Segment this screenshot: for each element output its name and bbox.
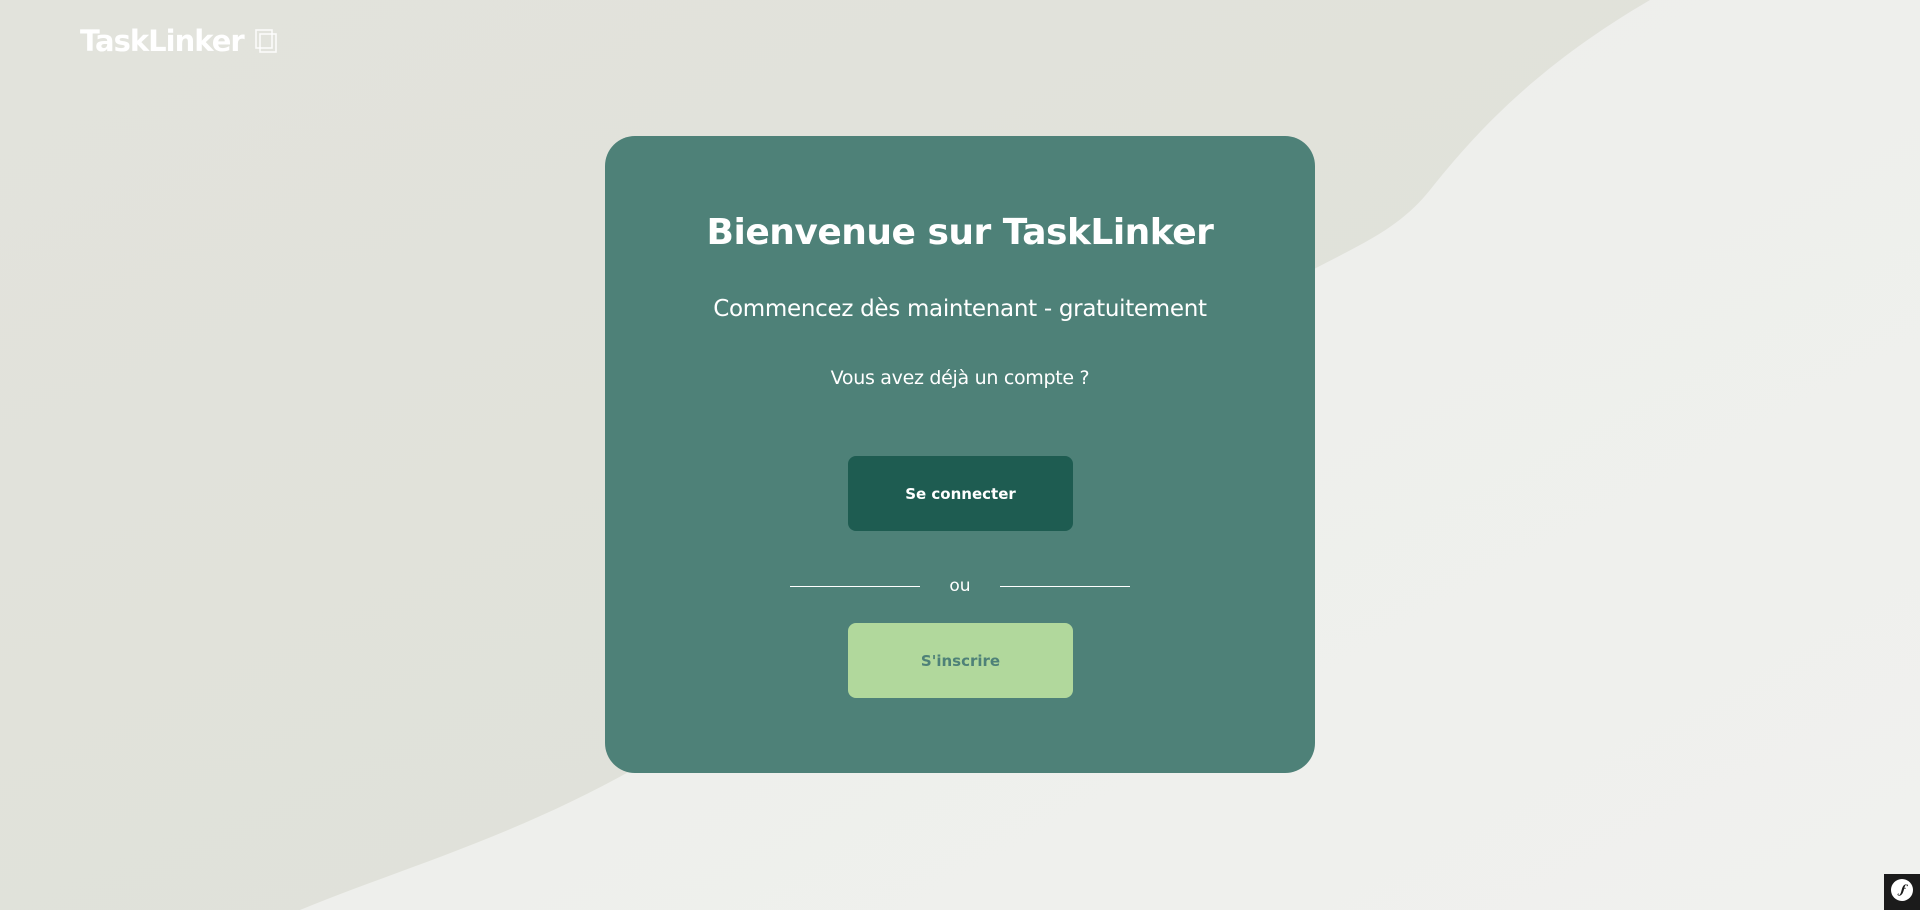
or-divider: ou: [605, 576, 1315, 596]
signup-button[interactable]: S'inscrire: [848, 623, 1073, 698]
divider-label: ou: [949, 576, 971, 596]
account-question: Vous avez déjà un compte ?: [830, 367, 1090, 389]
brand-logo[interactable]: TaskLinker: [80, 24, 278, 58]
login-button[interactable]: Se connecter: [848, 456, 1073, 531]
divider-line-right: [1000, 586, 1130, 587]
subtitle: Commencez dès maintenant - gratuitement: [713, 296, 1207, 322]
page-title: Bienvenue sur TaskLinker: [706, 212, 1214, 253]
welcome-card: Bienvenue sur TaskLinker Commencez dès m…: [605, 136, 1315, 773]
brand-name: TaskLinker: [80, 24, 245, 58]
stacked-squares-icon: [254, 28, 278, 54]
symfony-debug-toolbar-toggle[interactable]: [1884, 874, 1920, 910]
symfony-icon: [1890, 878, 1914, 907]
